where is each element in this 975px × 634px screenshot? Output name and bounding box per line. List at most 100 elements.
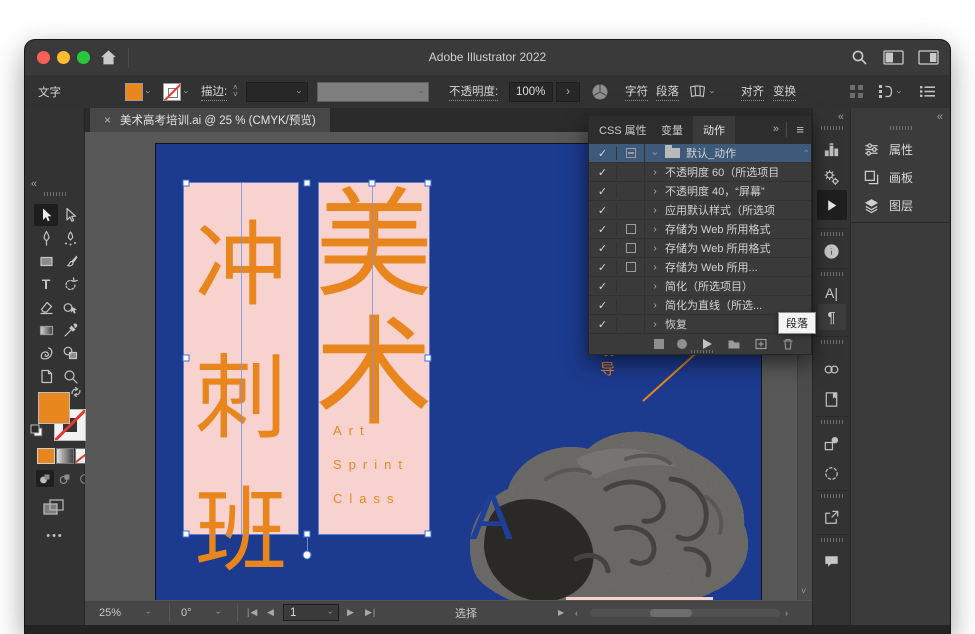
action-row[interactable]: ✓ › 存储为 Web 所用...: [589, 258, 811, 277]
stroke-chevron-icon[interactable]: ›: [182, 90, 192, 93]
scroll-right-icon[interactable]: ›: [785, 601, 789, 624]
character-panel-link[interactable]: 字符: [625, 83, 648, 101]
new-set-folder-icon[interactable]: [727, 337, 741, 351]
expand-icon[interactable]: ›: [645, 224, 665, 235]
dialog-toggle[interactable]: [617, 277, 645, 295]
transform-panel-link[interactable]: 变换: [773, 83, 796, 101]
draw-normal-button[interactable]: [36, 470, 54, 487]
asset-export-icon[interactable]: [818, 430, 846, 456]
status-text[interactable]: 选择: [455, 601, 477, 624]
panel-item-properties[interactable]: 属性: [851, 136, 950, 162]
arrange-documents-icon[interactable]: [883, 50, 904, 70]
stroke-width-stepper[interactable]: ˄˅: [233, 75, 238, 108]
actions-play-icon[interactable]: [817, 190, 847, 220]
document-tab[interactable]: × 美术高考培训.ai @ 25 % (CMYK/预览): [90, 108, 330, 132]
dialog-toggle[interactable]: [617, 296, 645, 314]
delete-action-icon[interactable]: [781, 337, 795, 351]
tool-blend[interactable]: [34, 342, 58, 364]
strip-grip[interactable]: [821, 538, 843, 542]
collapse-panels-icon[interactable]: «: [937, 111, 943, 123]
pink-strip[interactable]: [566, 597, 713, 600]
next-artboard-icon[interactable]: ▶: [347, 601, 355, 624]
fill-color-box[interactable]: [38, 392, 70, 424]
opacity-value-field[interactable]: 100%: [509, 82, 553, 102]
stroke-width-select[interactable]: ›: [246, 82, 308, 102]
toggle-item-check[interactable]: ✓: [589, 299, 617, 312]
stroke-color-swatch[interactable]: [163, 83, 181, 101]
zoom-chevron-icon[interactable]: ›: [147, 601, 150, 624]
gradient-mode-button[interactable]: [56, 448, 74, 464]
horizontal-scrollbar[interactable]: [590, 609, 780, 617]
expand-icon[interactable]: ›: [645, 243, 665, 254]
paragraph-panel-link[interactable]: 段落: [656, 83, 679, 101]
opacity-more-button[interactable]: ›: [556, 82, 580, 102]
toggle-item-check[interactable]: ✓: [589, 223, 617, 236]
tab-actions[interactable]: 动作: [693, 116, 735, 144]
selection-handle[interactable]: [425, 180, 432, 187]
scroll-left-icon[interactable]: ‹: [575, 601, 579, 624]
first-artboard-icon[interactable]: |◀: [247, 601, 258, 624]
document-info-icon[interactable]: [818, 238, 846, 264]
rotation-chevron-icon[interactable]: ›: [217, 601, 220, 624]
expand-icon[interactable]: ›: [645, 300, 665, 311]
scroll-up-icon[interactable]: ›: [801, 150, 811, 153]
status-menu-icon[interactable]: ▶: [558, 601, 565, 624]
strip-grip[interactable]: [821, 126, 843, 130]
tab-variables[interactable]: 变量: [651, 116, 693, 144]
toggle-item-check[interactable]: ✓: [589, 280, 617, 293]
selection-handle[interactable]: [425, 355, 432, 362]
tool-eraser[interactable]: [34, 296, 58, 318]
links-icon[interactable]: [818, 356, 846, 382]
panel-resize-grip[interactable]: [691, 350, 713, 353]
selection-handle[interactable]: [183, 531, 190, 538]
stroke-profile-select[interactable]: ›: [317, 82, 429, 102]
previous-artboard-icon[interactable]: ◀: [267, 601, 275, 624]
tool-rotate[interactable]: [58, 273, 82, 295]
character-panel-icon[interactable]: A|: [818, 280, 846, 306]
expand-icon[interactable]: ›: [650, 144, 661, 163]
fill-color-swatch[interactable]: [125, 83, 143, 101]
tool-type[interactable]: T: [34, 273, 58, 295]
draw-behind-button[interactable]: [56, 470, 74, 487]
selection-handle[interactable]: [369, 180, 376, 187]
libraries-icon[interactable]: [818, 386, 846, 412]
toggle-item-check[interactable]: ✓: [589, 242, 617, 255]
dialog-toggle[interactable]: [617, 220, 645, 238]
dialog-toggle[interactable]: [617, 258, 645, 276]
fill-chevron-icon[interactable]: ›: [144, 90, 154, 93]
action-row[interactable]: ✓ › 不透明度 60（所选项目: [589, 163, 811, 182]
recolor-artwork-icon[interactable]: [591, 75, 609, 108]
workspace-switcher-icon[interactable]: [918, 50, 939, 70]
envelope-chevron-icon[interactable]: ›: [708, 90, 718, 93]
collapse-strip-icon[interactable]: «: [838, 111, 844, 123]
dialog-toggle[interactable]: [617, 182, 645, 200]
tab-overflow-icon[interactable]: »: [773, 123, 779, 135]
action-row[interactable]: ✓ › 存储为 Web 所用格式: [589, 220, 811, 239]
dialog-toggle[interactable]: [617, 144, 645, 162]
tool-eyedropper[interactable]: [58, 319, 82, 341]
tool-zoom[interactable]: [58, 365, 82, 387]
strip-grip[interactable]: [821, 272, 843, 276]
tool-selection[interactable]: [34, 204, 58, 226]
stop-playing-icon[interactable]: [654, 339, 664, 349]
record-icon[interactable]: [677, 339, 687, 349]
strip-grip[interactable]: [821, 340, 843, 344]
overlay-letter-a[interactable]: A: [470, 480, 513, 554]
banner-2[interactable]: 美 术 Art Sprint Class: [319, 183, 429, 534]
tool-shape[interactable]: [58, 342, 82, 364]
color-mode-button[interactable]: [37, 448, 55, 464]
selection-handle[interactable]: [304, 531, 311, 538]
toggle-item-check[interactable]: ✓: [589, 318, 617, 331]
action-row[interactable]: ✓ › 应用默认样式（所选项: [589, 201, 811, 220]
swap-fill-stroke-icon[interactable]: [70, 385, 82, 403]
strip-grip[interactable]: [821, 232, 843, 236]
rotation-value[interactable]: 0°: [181, 601, 192, 624]
tool-direct-selection[interactable]: [58, 204, 82, 226]
expand-icon[interactable]: ›: [645, 186, 665, 197]
comments-icon[interactable]: [818, 548, 846, 574]
artboard-number-field[interactable]: 1›: [283, 604, 339, 621]
panelcol-grip[interactable]: [890, 126, 912, 130]
tool-curvature[interactable]: [58, 227, 82, 249]
export-icon[interactable]: [818, 504, 846, 530]
close-tab-icon[interactable]: ×: [104, 113, 111, 127]
